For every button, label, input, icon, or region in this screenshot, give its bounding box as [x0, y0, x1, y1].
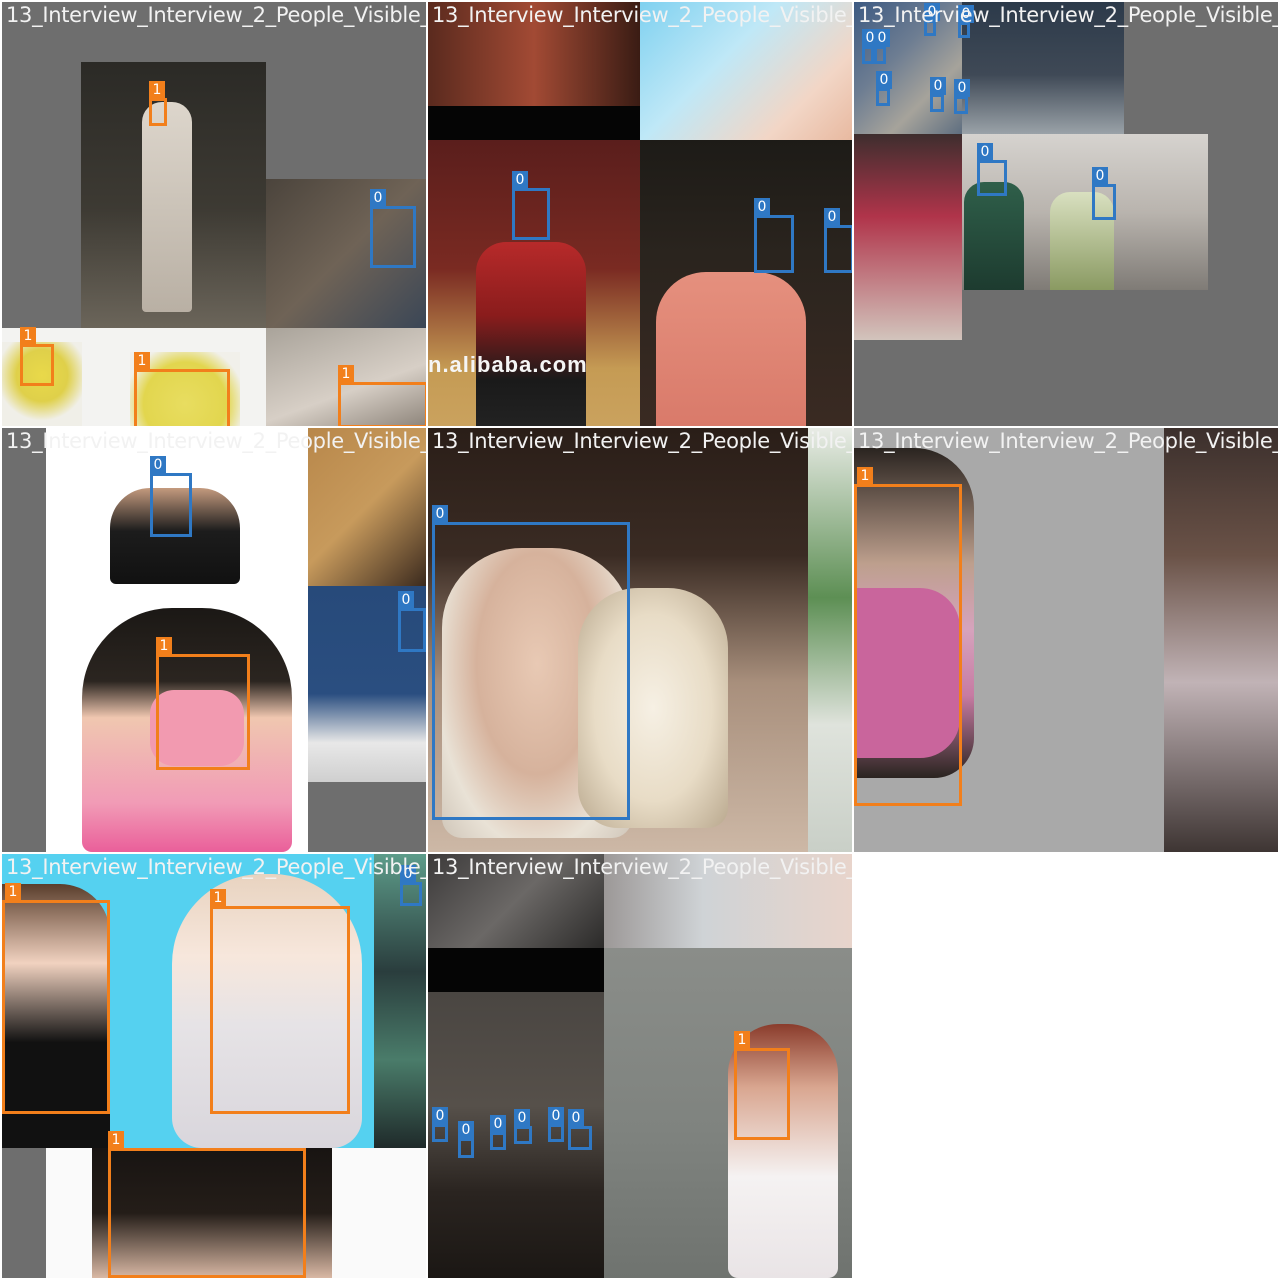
class-label: 0 — [874, 29, 890, 47]
photo-patch — [428, 948, 604, 992]
detection-box: 0 — [930, 77, 946, 112]
photo-patch — [1164, 428, 1278, 852]
class-label: 0 — [954, 79, 970, 97]
class-label: 1 — [857, 467, 873, 485]
class-label: 0 — [458, 1121, 474, 1139]
detection-box: 0 — [370, 189, 416, 268]
detection-box: 0 — [862, 29, 878, 64]
tile-title: 13_Interview_Interview_2_People_Visible_ — [6, 855, 426, 879]
class-label: 0 — [514, 1109, 530, 1127]
detection-box: 0 — [754, 198, 794, 273]
photo-patch — [964, 182, 1024, 290]
detection-box: 0 — [490, 1115, 506, 1150]
photo-patch — [428, 106, 640, 140]
tile-title: 13_Interview_Interview_2_People_Visible_ — [432, 429, 852, 453]
empty-cell — [854, 854, 1278, 1278]
detection-box: 1 — [134, 352, 230, 426]
detection-box: 1 — [108, 1131, 306, 1278]
tile-8: 1 0 0 0 0 0 0 13_Interview_Interview_2_P… — [428, 854, 852, 1278]
detection-box: 0 — [150, 456, 192, 537]
detection-box: 1 — [20, 327, 54, 386]
detection-box: 1 — [2, 883, 110, 1114]
class-label: 0 — [432, 1107, 448, 1125]
photo-patch — [142, 102, 192, 312]
tile-7: 1 1 0 1 13_Interview_Interview_2_People_… — [2, 854, 426, 1278]
class-label: 1 — [5, 883, 21, 901]
tile-title: 13_Interview_Interview_2_People_Visible_ — [858, 3, 1278, 27]
detection-box: 0 — [954, 79, 970, 114]
detection-box: 1 — [156, 637, 250, 770]
tile-title: 13_Interview_Interview_2_People_Visible_ — [432, 855, 852, 879]
photo-patch — [854, 134, 962, 340]
detection-box: 0 — [398, 591, 426, 652]
class-label: 1 — [149, 81, 165, 99]
detection-box: 0 — [400, 865, 422, 906]
detection-box: 0 — [432, 1107, 448, 1142]
detection-box: 1 — [734, 1031, 790, 1140]
tile-5: 0 13_Interview_Interview_2_People_Visibl… — [428, 428, 852, 852]
tile-1: 1 0 1 1 1 13_Interview_Interview_2_Peopl… — [2, 2, 426, 426]
photo-patch — [476, 242, 586, 426]
detection-box: 0 — [512, 171, 550, 240]
detection-box: 0 — [1092, 167, 1116, 220]
tile-2: n.alibaba.com 0 0 0 13_Interview_Intervi… — [428, 2, 852, 426]
class-label: 1 — [210, 889, 226, 907]
class-label: 1 — [734, 1031, 750, 1049]
class-label: 1 — [156, 637, 172, 655]
detection-box: 0 — [458, 1121, 474, 1158]
mosaic-grid: 1 0 1 1 1 13_Interview_Interview_2_Peopl… — [0, 0, 1280, 1280]
watermark-text: n.alibaba.com — [428, 352, 588, 377]
watermark: n.alibaba.com — [428, 352, 640, 382]
class-label: 0 — [398, 591, 414, 609]
photo-patch — [808, 428, 852, 852]
tile-title: 13_Interview_Interview_2_People_Visible_ — [6, 3, 426, 27]
tile-title: 13_Interview_Interview_2_People_Visible_ — [6, 429, 426, 453]
detection-box: 0 — [548, 1107, 564, 1142]
class-label: 0 — [754, 198, 770, 216]
class-label: 0 — [432, 505, 448, 523]
tile-title: 13_Interview_Interview_2_People_Visible_ — [858, 429, 1278, 453]
class-label: 0 — [930, 77, 946, 95]
class-label: 0 — [824, 208, 840, 226]
detection-box: 0 — [568, 1109, 592, 1150]
class-label: 0 — [370, 189, 386, 207]
class-label: 1 — [108, 1131, 124, 1149]
photo-patch — [656, 272, 806, 426]
detection-box: 0 — [876, 71, 892, 106]
class-label: 0 — [490, 1115, 506, 1133]
class-label: 0 — [568, 1109, 584, 1127]
detection-box: 1 — [210, 889, 350, 1114]
tile-4: 0 1 0 13_Interview_Interview_2_People_Vi… — [2, 428, 426, 852]
detection-box: 0 — [514, 1109, 532, 1144]
class-label: 0 — [1092, 167, 1108, 185]
class-label: 1 — [20, 327, 36, 345]
class-label: 0 — [150, 456, 166, 474]
detection-box: 0 — [874, 29, 890, 64]
class-label: 0 — [977, 143, 993, 161]
detection-box: 0 — [977, 143, 1007, 196]
class-label: 0 — [876, 71, 892, 89]
class-label: 0 — [548, 1107, 564, 1125]
class-label: 1 — [338, 365, 354, 383]
class-label: 0 — [512, 171, 528, 189]
tile-6: 1 13_Interview_Interview_2_People_Visibl… — [854, 428, 1278, 852]
detection-box: 1 — [149, 81, 167, 126]
tile-3: 0 0 0 0 0 0 0 0 0 13_Interview_Interview… — [854, 2, 1278, 426]
detection-box: 0 — [824, 208, 852, 273]
detection-box: 1 — [338, 365, 426, 426]
tile-title: 13_Interview_Interview_2_People_Visible_ — [432, 3, 852, 27]
class-label: 1 — [134, 352, 150, 370]
detection-box: 0 — [432, 505, 630, 820]
detection-box: 1 — [854, 467, 962, 806]
